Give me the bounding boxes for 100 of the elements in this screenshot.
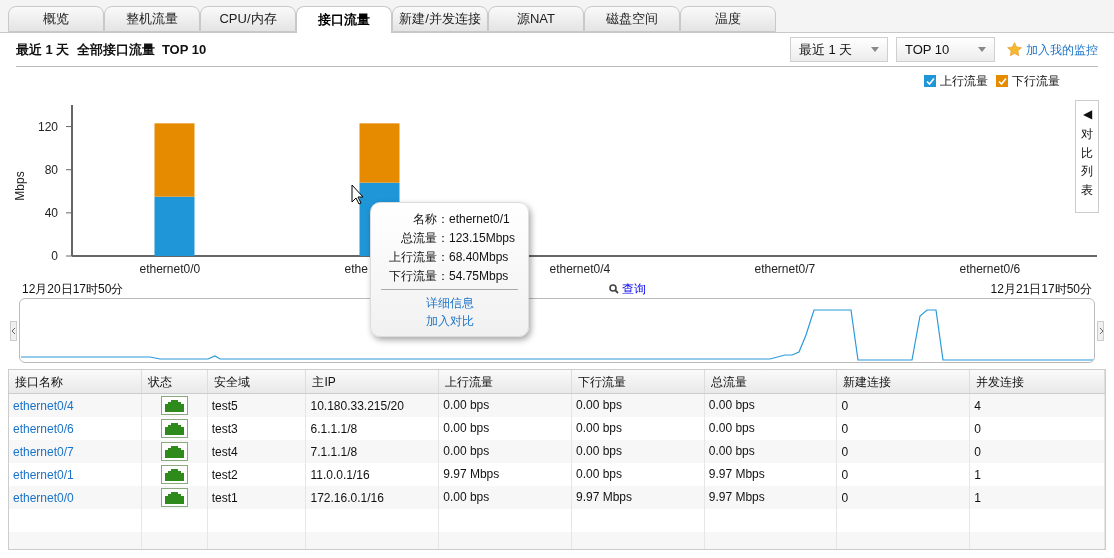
table-cell-text: 0.00 bps <box>575 443 622 460</box>
column-header[interactable]: 安全域 <box>207 370 307 393</box>
column-header[interactable]: 主IP <box>306 370 440 393</box>
column-header[interactable]: 下行流量 <box>571 370 705 393</box>
table-cell-text: test2 <box>211 466 238 484</box>
tab[interactable]: 概览 <box>8 6 104 32</box>
table-cell-text: 0.00 bps <box>575 466 622 483</box>
x-tick-label: ethernet0/0 <box>139 262 201 276</box>
column-header[interactable]: 上行流量 <box>439 370 572 393</box>
dropdown[interactable]: 最近 1 天 <box>790 37 888 62</box>
table-cell-text: test1 <box>211 489 238 507</box>
bar[interactable] <box>154 123 195 197</box>
table-cell-text: 0 <box>841 489 849 507</box>
y-axis-label: Mbps <box>13 171 27 201</box>
table-cell-text: 0 <box>974 443 981 461</box>
tab[interactable]: CPU/内存 <box>200 6 296 32</box>
table-cell-text: 9.97 Mbps <box>708 489 765 506</box>
interface-link[interactable]: ethernet0/0 <box>13 488 74 507</box>
y-tick-label: 80 <box>44 162 58 177</box>
scroll-right-button[interactable] <box>1097 320 1104 341</box>
table-cell-text: 7.1.1.1/8 <box>310 443 358 461</box>
table-cell-text: test3 <box>211 420 238 438</box>
table-cell-text: 0.00 bps <box>443 489 490 506</box>
tooltip-value: ethernet0/1 <box>449 210 510 228</box>
table-cell-text: 0.00 bps <box>708 420 755 437</box>
tab[interactable]: 源NAT <box>488 6 584 32</box>
table-cell-text: 0.00 bps <box>575 397 622 414</box>
chevron-left-icon <box>11 327 16 334</box>
compare-list-label: 对比列表 <box>1081 126 1093 199</box>
tooltip-label: 总流量： <box>400 229 449 247</box>
tab[interactable]: 温度 <box>680 6 776 32</box>
tab[interactable]: 接口流量 <box>296 6 392 33</box>
column-header[interactable]: 新建连接 <box>837 370 971 393</box>
query-link[interactable]: 查询 <box>608 279 646 298</box>
tooltip-link[interactable]: 详细信息 <box>425 294 474 312</box>
tooltip-value: 68.40Mbps <box>449 248 509 266</box>
search-icon <box>608 283 619 294</box>
table-cell-text: 9.97 Mbps <box>575 489 632 506</box>
collapse-arrow[interactable]: ◀ <box>1082 105 1092 123</box>
column-header[interactable]: 接口名称 <box>9 370 142 393</box>
table-cell-text: 0.00 bps <box>443 420 490 437</box>
interface-link[interactable]: ethernet0/1 <box>13 465 74 484</box>
tooltip-label: 下行流量： <box>388 267 449 285</box>
dropdown[interactable]: TOP 10 <box>896 37 995 62</box>
column-header[interactable]: 总流量 <box>704 370 838 393</box>
start-time: 12月20日17时50分 <box>22 280 124 298</box>
legend-checkbox[interactable] <box>996 75 1008 87</box>
interface-link[interactable]: ethernet0/6 <box>13 419 74 438</box>
table-cell-text: 0.00 bps <box>575 420 622 437</box>
x-tick-label: ethe <box>344 262 368 276</box>
scroll-left-button[interactable] <box>10 320 17 341</box>
table-cell-text: 4 <box>974 397 981 415</box>
tab[interactable]: 磁盘空间 <box>584 6 680 32</box>
monitor-link[interactable]: 加入我的监控 <box>1007 40 1098 59</box>
x-tick-label: ethernet0/7 <box>754 262 816 276</box>
tab[interactable]: 整机流量 <box>104 6 200 32</box>
table-cell-text: 172.16.0.1/16 <box>310 489 384 507</box>
dropdown-caret-icon <box>871 47 879 52</box>
table-cell-text: 0.00 bps <box>708 397 755 414</box>
table-cell-text: 0.00 bps <box>443 397 490 414</box>
table-cell-text: 0 <box>841 466 849 484</box>
y-tick-label: 40 <box>44 205 58 220</box>
table-cell-text: 0.00 bps <box>443 443 490 460</box>
legend-checkbox[interactable] <box>924 75 936 87</box>
interface-link[interactable]: ethernet0/4 <box>13 396 74 415</box>
tab[interactable]: 新建/并发连接 <box>392 6 488 32</box>
x-tick-label: ethernet0/6 <box>959 262 1021 276</box>
tooltip-value: 123.15Mbps <box>449 229 516 247</box>
star-icon <box>1007 42 1022 57</box>
compare-panel[interactable]: ◀ 对比列表 <box>1075 100 1099 213</box>
table-cell-text: 9.97 Mbps <box>443 466 500 483</box>
tooltip-value: 54.75Mbps <box>449 267 509 285</box>
table-cell-text: 10.180.33.215/20 <box>310 397 404 415</box>
table-cell-text: 6.1.1.1/8 <box>310 420 358 438</box>
table-cell-text: 9.97 Mbps <box>708 466 765 483</box>
y-tick-label: 120 <box>37 119 58 134</box>
legend-label: 下行流量 <box>1012 73 1060 90</box>
table-cell-text: 0 <box>841 420 849 438</box>
table-cell-text: test5 <box>211 397 238 415</box>
table-cell-text: 0.00 bps <box>708 443 755 460</box>
legend-label: 上行流量 <box>940 73 988 90</box>
table-cell-text: 1 <box>974 489 981 507</box>
column-header[interactable]: 状态 <box>141 370 208 393</box>
bar[interactable] <box>359 123 400 183</box>
tooltip-label: 名称： <box>412 210 449 228</box>
tooltip-label: 上行流量： <box>388 248 449 266</box>
interface-link[interactable]: ethernet0/7 <box>13 442 74 461</box>
table-cell-text: 1 <box>974 466 981 484</box>
bar[interactable] <box>154 196 195 256</box>
column-header[interactable]: 并发连接 <box>970 370 1105 393</box>
table-cell-text: test4 <box>211 443 238 461</box>
x-tick-label: ethernet0/4 <box>549 262 611 276</box>
table-cell-text: 0 <box>974 420 981 438</box>
tooltip-link[interactable]: 加入对比 <box>425 312 474 330</box>
table-cell-text: 11.0.0.1/16 <box>310 466 370 484</box>
dropdown-caret-icon <box>978 47 986 52</box>
y-tick-label: 0 <box>51 249 58 263</box>
page-title: 最近 1 天 全部接口流量 TOP 10 <box>16 40 207 59</box>
end-time: 12月21日17时50分 <box>990 280 1092 298</box>
table-cell-text: 0 <box>841 443 849 461</box>
